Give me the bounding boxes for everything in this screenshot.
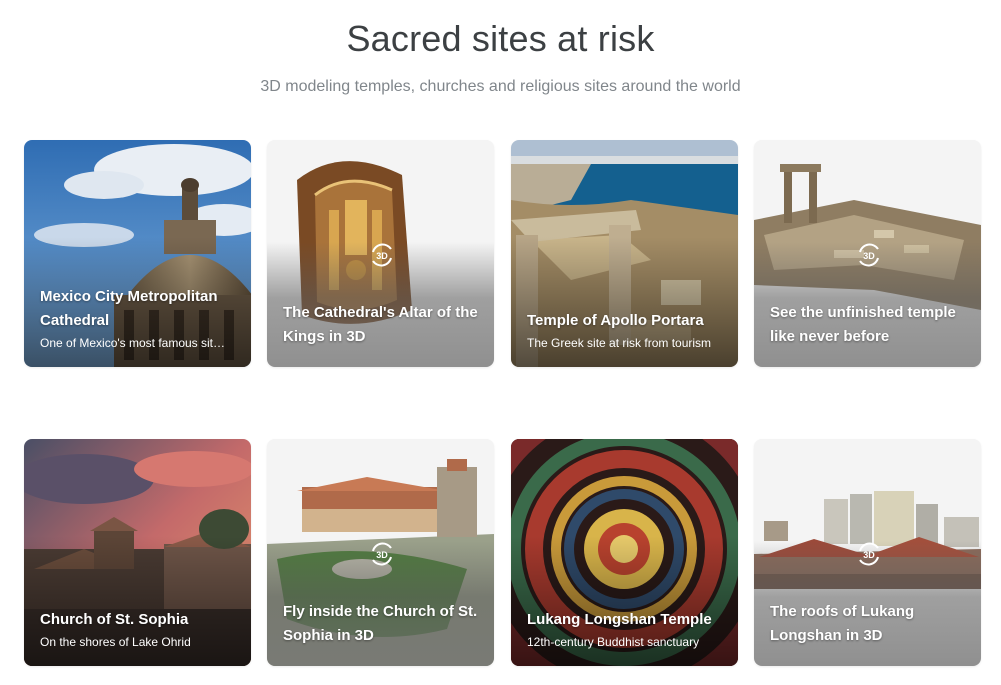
card-title: Temple of Apollo Portara xyxy=(527,312,704,329)
card-subtitle: The Greek site at risk from tourism xyxy=(527,336,712,350)
card-title: Church of St. Sophia xyxy=(40,611,189,628)
card-unfinished-temple-3d[interactable]: 3D See the unfinished temple like never … xyxy=(754,140,981,367)
card-title: The Cathedral's Altar of the Kings in 3D xyxy=(283,304,478,345)
3d-badge-label: 3D xyxy=(376,251,388,261)
3d-rotate-icon: 3D xyxy=(372,542,392,566)
card-altar-of-kings-3d[interactable]: 3D The Cathedral's Altar of the Kings in… xyxy=(267,140,494,367)
card-title: See the unfinished temple like never bef… xyxy=(770,304,956,345)
card-temple-of-apollo[interactable]: Temple of Apollo Portara The Greek site … xyxy=(511,140,738,367)
page-title: Sacred sites at risk xyxy=(346,18,655,59)
card-subtitle: On the shores of Lake Ohrid xyxy=(40,635,191,649)
3d-rotate-icon: 3D xyxy=(859,243,879,267)
card-title: Mexico City Metropolitan Cathedral xyxy=(40,288,218,329)
card-church-of-st-sophia[interactable]: Church of St. Sophia On the shores of La… xyxy=(24,439,251,666)
3d-badge-label: 3D xyxy=(863,251,875,261)
card-title: Fly inside the Church of St. Sophia in 3… xyxy=(283,603,478,644)
card-roofs-of-longshan-3d[interactable]: 3D The roofs of Lukang Longshan in 3D xyxy=(754,439,981,666)
page-subtitle: 3D modeling temples, churches and religi… xyxy=(260,78,741,95)
card-title: The roofs of Lukang Longshan in 3D xyxy=(770,603,915,644)
3d-rotate-icon: 3D xyxy=(859,542,879,566)
card-mexico-city-cathedral[interactable]: Mexico City Metropolitan Cathedral One o… xyxy=(24,140,251,367)
card-fly-inside-st-sophia-3d[interactable]: 3D Fly inside the Church of St. Sophia i… xyxy=(267,439,494,666)
card-lukang-longshan-temple[interactable]: Lukang Longshan Temple 12th-century Budd… xyxy=(511,439,738,666)
card-subtitle: One of Mexico's most famous sit… xyxy=(40,336,226,350)
3d-rotate-icon: 3D xyxy=(372,243,392,267)
3d-badge-label: 3D xyxy=(863,550,875,560)
card-title: Lukang Longshan Temple xyxy=(527,611,712,628)
card-subtitle: 12th-century Buddhist sanctuary xyxy=(527,635,700,649)
3d-badge-label: 3D xyxy=(376,550,388,560)
